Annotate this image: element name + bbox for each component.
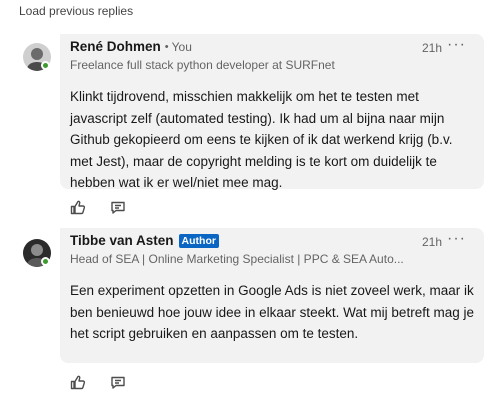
- separator-dot: •: [164, 40, 169, 53]
- commenter-headline: Freelance full stack python developer at…: [70, 58, 335, 72]
- author-line: Tibbe van Asten Author: [70, 233, 219, 248]
- online-status-icon: [41, 61, 50, 70]
- reply-button[interactable]: [110, 199, 126, 215]
- comment-bubble: René Dohmen • You Freelance full stack p…: [60, 34, 484, 190]
- more-options-button[interactable]: ···: [447, 229, 466, 249]
- comment-actions: [70, 374, 150, 390]
- more-options-button[interactable]: ···: [447, 35, 466, 55]
- you-label: You: [171, 39, 192, 54]
- comment-actions: [70, 199, 150, 215]
- comment-text: Een experiment opzetten in Google Ads is…: [70, 283, 474, 341]
- comment-text: Klinkt tijdrovend, misschien makkelijk o…: [70, 89, 453, 190]
- commenter-headline: Head of SEA | Online Marketing Specialis…: [70, 252, 404, 266]
- thumbs-up-icon: [70, 375, 86, 390]
- comment-icon: [111, 201, 125, 214]
- commenter-name[interactable]: Tibbe van Asten: [70, 233, 174, 248]
- author-badge: Author: [178, 233, 219, 248]
- comment-bubble: Tibbe van Asten Author Head of SEA | Onl…: [60, 228, 484, 363]
- comment-timestamp: 21h: [421, 41, 442, 55]
- online-status-icon: [41, 257, 50, 266]
- comment-item: René Dohmen • You Freelance full stack p…: [0, 34, 495, 220]
- comment-timestamp: 21h: [421, 235, 442, 249]
- commenter-name[interactable]: René Dohmen: [70, 39, 161, 54]
- author-line: René Dohmen • You: [70, 39, 192, 54]
- like-button[interactable]: [70, 374, 86, 390]
- load-previous-replies-link[interactable]: Load previous replies: [19, 4, 133, 18]
- comment-icon: [111, 376, 125, 389]
- thumbs-up-icon: [70, 200, 86, 215]
- reply-button[interactable]: [110, 374, 126, 390]
- comment-item: Tibbe van Asten Author Head of SEA | Onl…: [0, 228, 495, 401]
- like-button[interactable]: [70, 199, 86, 215]
